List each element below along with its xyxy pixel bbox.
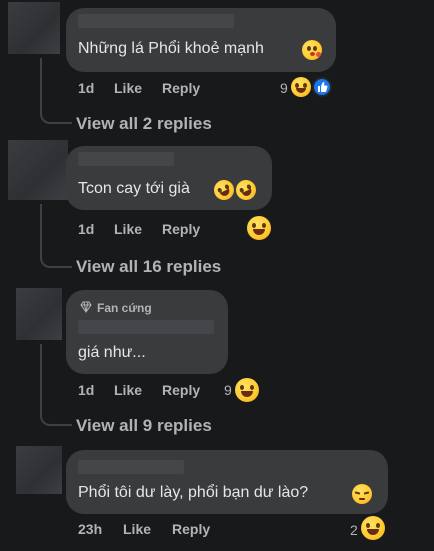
- diamond-icon: [80, 301, 92, 313]
- comment-time[interactable]: 23h: [78, 521, 102, 537]
- reply-button[interactable]: Reply: [162, 221, 200, 237]
- commenter-name[interactable]: [78, 460, 184, 474]
- grinning-squinting-face-icon[interactable]: [361, 516, 385, 540]
- face-blowing-kiss-icon: [302, 40, 322, 60]
- reaction-count[interactable]: 9: [280, 80, 288, 96]
- reply-button[interactable]: Reply: [172, 521, 210, 537]
- comment-time[interactable]: 1d: [78, 382, 94, 398]
- grinning-squinting-face-icon[interactable]: [291, 77, 311, 97]
- view-replies-link[interactable]: View all 16 replies: [76, 257, 221, 277]
- commenter-name[interactable]: [78, 152, 174, 166]
- comment-text: giá như...: [78, 344, 146, 361]
- comment-text: Phổi tôi dư lày, phổi bạn dư lào?: [78, 484, 309, 501]
- commenter-name[interactable]: [78, 320, 214, 334]
- reply-button[interactable]: Reply: [162, 382, 200, 398]
- avatar[interactable]: [16, 288, 62, 340]
- comment-time[interactable]: 1d: [78, 80, 94, 96]
- like-button[interactable]: Like: [114, 80, 142, 96]
- thread-connector: [40, 244, 72, 268]
- pensive-face-icon: [352, 484, 372, 504]
- thread-connector: [40, 404, 72, 426]
- view-replies-link[interactable]: View all 2 replies: [76, 114, 212, 134]
- reply-button[interactable]: Reply: [162, 80, 200, 96]
- avatar[interactable]: [8, 140, 68, 200]
- reaction-count[interactable]: 9: [224, 382, 232, 398]
- like-button[interactable]: Like: [114, 382, 142, 398]
- commenter-name[interactable]: [78, 14, 234, 28]
- like-button[interactable]: Like: [114, 221, 142, 237]
- grinning-squinting-face-icon[interactable]: [235, 378, 259, 402]
- comment-text: Những lá Phổi khoẻ mạnh: [78, 40, 264, 57]
- comment-text: Tcon cay tới già: [78, 180, 190, 197]
- view-replies-link[interactable]: View all 9 replies: [76, 416, 212, 436]
- thumbs-up-icon[interactable]: [312, 77, 332, 97]
- grinning-squinting-face-icon[interactable]: [247, 216, 271, 240]
- fan-badge: Fan cứng: [97, 301, 152, 315]
- avatar[interactable]: [8, 2, 60, 54]
- like-button[interactable]: Like: [123, 521, 151, 537]
- avatar[interactable]: [16, 446, 62, 494]
- comment-time[interactable]: 1d: [78, 221, 94, 237]
- reaction-count[interactable]: 2: [350, 522, 358, 538]
- thread-connector: [40, 100, 72, 124]
